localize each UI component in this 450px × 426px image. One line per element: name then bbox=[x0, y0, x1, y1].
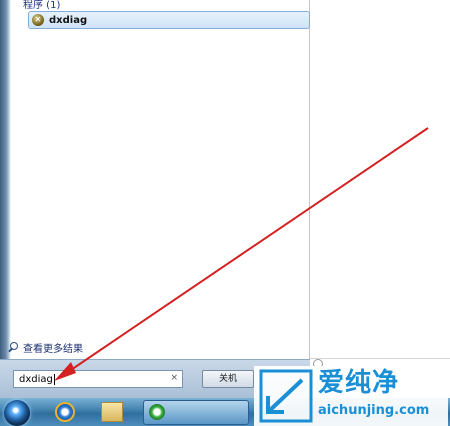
see-more-results-label: 查看更多结果 bbox=[23, 344, 83, 355]
start-orb-icon[interactable] bbox=[4, 400, 30, 426]
watermark-logo-icon bbox=[259, 369, 313, 423]
start-menu: 程序 (1) ✕ dxdiag 查看更多结果 bbox=[0, 0, 310, 398]
clear-icon[interactable]: × bbox=[170, 373, 178, 383]
search-results-pane: 程序 (1) ✕ dxdiag bbox=[11, 0, 310, 398]
text-caret bbox=[53, 373, 55, 385]
watermark-brand-text: 爱纯净 bbox=[318, 368, 400, 398]
watermark-url-text: aichunjing.com bbox=[318, 403, 430, 418]
search-icon bbox=[8, 342, 19, 353]
result-item-dxdiag[interactable]: ✕ dxdiag bbox=[28, 11, 310, 29]
section-header-programs: 程序 (1) bbox=[23, 0, 61, 11]
result-label: dxdiag bbox=[49, 14, 88, 26]
dxdiag-icon: ✕ bbox=[32, 14, 44, 26]
shutdown-button[interactable]: 关机 bbox=[202, 370, 254, 388]
file-explorer-icon[interactable] bbox=[101, 402, 123, 422]
search-input[interactable]: dxdiag × bbox=[13, 370, 183, 388]
browser-app-icon bbox=[149, 404, 165, 420]
internet-explorer-icon[interactable] bbox=[55, 402, 75, 422]
search-input-value: dxdiag bbox=[19, 373, 53, 385]
see-more-results-link[interactable]: 查看更多结果 bbox=[8, 340, 83, 355]
